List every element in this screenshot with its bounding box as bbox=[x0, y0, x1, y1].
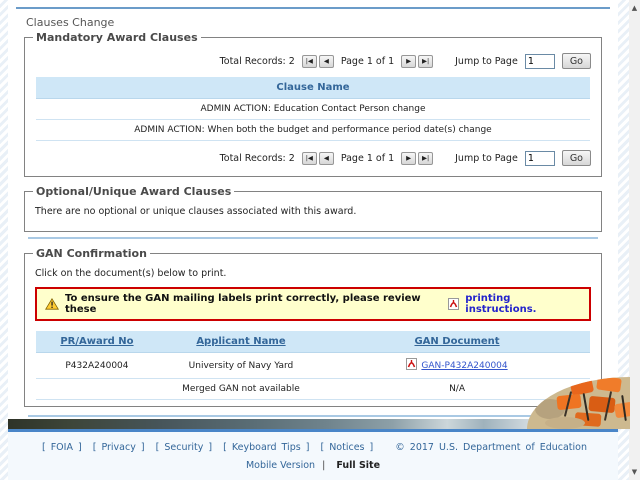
applicant-name-cell: Merged GAN not available bbox=[158, 379, 324, 400]
page-title: Clauses Change bbox=[26, 16, 610, 29]
vertical-scrollbar[interactable]: ▲ ▼ bbox=[629, 0, 640, 480]
scroll-up-icon[interactable]: ▲ bbox=[629, 3, 640, 13]
clause-table-header-row: Clause Name bbox=[36, 77, 590, 99]
table-row: ADMIN ACTION: Education Contact Person c… bbox=[36, 99, 590, 120]
first-page-button[interactable]: |◀ bbox=[302, 55, 317, 68]
copyright-text: © 2017 U.S. Department of Education bbox=[395, 442, 587, 453]
pagination-nav-back: |◀ ◀ bbox=[302, 55, 334, 68]
gan-document-link[interactable]: GAN-P432A240004 bbox=[421, 361, 507, 371]
jump-to-page-input[interactable] bbox=[525, 54, 555, 69]
left-margin-pattern bbox=[0, 0, 8, 480]
gan-document-sort-link[interactable]: GAN Document bbox=[414, 336, 499, 347]
mandatory-award-clauses-section: Mandatory Award Clauses Total Records: 2… bbox=[24, 31, 602, 177]
clause-name-cell: ADMIN ACTION: When both the budget and p… bbox=[36, 120, 590, 141]
pagination-nav-forward: ▶ ▶| bbox=[401, 152, 433, 165]
footer-site-version-row: Mobile Version | Full Site bbox=[8, 460, 618, 471]
applicant-name-header: Applicant Name bbox=[158, 331, 324, 353]
table-row: Merged GAN not available N/A bbox=[36, 379, 590, 400]
applicant-name-cell: University of Navy Yard bbox=[158, 353, 324, 379]
jump-to-page-input[interactable] bbox=[525, 151, 555, 166]
gan-table-header-row: PR/Award No Applicant Name GAN Document bbox=[36, 331, 590, 353]
pagination-nav-back: |◀ ◀ bbox=[302, 152, 334, 165]
gan-instruction-text: Click on the document(s) below to print. bbox=[35, 268, 593, 279]
scroll-down-icon[interactable]: ▼ bbox=[629, 467, 640, 477]
prev-page-button[interactable]: ◀ bbox=[319, 55, 334, 68]
gan-confirmation-section: GAN Confirmation Click on the document(s… bbox=[24, 247, 602, 407]
gan-document-header: GAN Document bbox=[324, 331, 590, 353]
page-indicator: Page 1 of 1 bbox=[341, 56, 394, 67]
go-button[interactable]: Go bbox=[562, 150, 591, 166]
applicant-name-sort-link[interactable]: Applicant Name bbox=[196, 336, 285, 347]
gan-document-cell: GAN-P432A240004 bbox=[324, 353, 590, 379]
pdf-file-icon bbox=[406, 358, 417, 373]
optional-clauses-message: There are no optional or unique clauses … bbox=[35, 206, 593, 217]
pr-award-no-sort-link[interactable]: PR/Award No bbox=[60, 336, 133, 347]
jump-to-page-label: Jump to Page bbox=[455, 153, 518, 164]
total-records-label: Total Records: 2 bbox=[220, 56, 295, 67]
optional-section-legend: Optional/Unique Award Clauses bbox=[33, 185, 234, 198]
pr-award-no-header: PR/Award No bbox=[36, 331, 158, 353]
full-site-label: Full Site bbox=[336, 460, 380, 471]
clause-name-header: Clause Name bbox=[36, 77, 590, 99]
gan-document-table: PR/Award No Applicant Name GAN Document … bbox=[36, 331, 590, 400]
first-page-button[interactable]: |◀ bbox=[302, 152, 317, 165]
printing-warning-box: To ensure the GAN mailing labels print c… bbox=[35, 287, 591, 321]
clause-name-cell: ADMIN ACTION: Education Contact Person c… bbox=[36, 99, 590, 120]
last-page-button[interactable]: ▶| bbox=[418, 152, 433, 165]
warning-triangle-icon bbox=[45, 295, 59, 314]
page-indicator: Page 1 of 1 bbox=[341, 153, 394, 164]
mobile-version-link[interactable]: Mobile Version bbox=[246, 460, 315, 471]
privacy-link[interactable]: Privacy bbox=[93, 442, 145, 453]
content-area: Clauses Change Mandatory Award Clauses T… bbox=[8, 0, 618, 480]
clauses-change-page: Clauses Change Mandatory Award Clauses T… bbox=[0, 0, 640, 480]
footer-links-row: FOIA Privacy Security Keyboard Tips Noti… bbox=[8, 442, 618, 453]
pagination-nav-forward: ▶ ▶| bbox=[401, 55, 433, 68]
pr-award-no-cell bbox=[36, 379, 158, 400]
pagination-top: Total Records: 2 |◀ ◀ Page 1 of 1 ▶ ▶| J… bbox=[31, 53, 591, 69]
warning-text: To ensure the GAN mailing labels print c… bbox=[65, 293, 442, 315]
next-page-button[interactable]: ▶ bbox=[401, 55, 416, 68]
optional-unique-clauses-section: Optional/Unique Award Clauses There are … bbox=[24, 185, 602, 232]
section-divider bbox=[28, 415, 598, 417]
page-footer: FOIA Privacy Security Keyboard Tips Noti… bbox=[8, 432, 618, 480]
footer-top-border bbox=[8, 429, 618, 432]
pdf-file-icon bbox=[448, 295, 459, 314]
jump-to-page-label: Jump to Page bbox=[455, 56, 518, 67]
mandatory-section-legend: Mandatory Award Clauses bbox=[33, 31, 201, 44]
footer-separator: | bbox=[322, 460, 325, 471]
section-divider bbox=[28, 237, 598, 239]
table-row: P432A240004 University of Navy Yard GAN-… bbox=[36, 353, 590, 379]
pr-award-no-cell: P432A240004 bbox=[36, 353, 158, 379]
top-divider bbox=[16, 7, 610, 9]
pagination-bottom: Total Records: 2 |◀ ◀ Page 1 of 1 ▶ ▶| J… bbox=[31, 150, 591, 166]
foia-link[interactable]: FOIA bbox=[42, 442, 82, 453]
go-button[interactable]: Go bbox=[562, 53, 591, 69]
security-link[interactable]: Security bbox=[156, 442, 212, 453]
keyboard-tips-link[interactable]: Keyboard Tips bbox=[223, 442, 309, 453]
next-page-button[interactable]: ▶ bbox=[401, 152, 416, 165]
prev-page-button[interactable]: ◀ bbox=[319, 152, 334, 165]
printing-instructions-link[interactable]: printing instructions. bbox=[465, 293, 581, 315]
total-records-label: Total Records: 2 bbox=[220, 153, 295, 164]
notices-link[interactable]: Notices bbox=[320, 442, 373, 453]
gan-section-legend: GAN Confirmation bbox=[33, 247, 150, 260]
last-page-button[interactable]: ▶| bbox=[418, 55, 433, 68]
table-row: ADMIN ACTION: When both the budget and p… bbox=[36, 120, 590, 141]
clause-table: Clause Name ADMIN ACTION: Education Cont… bbox=[36, 77, 590, 141]
